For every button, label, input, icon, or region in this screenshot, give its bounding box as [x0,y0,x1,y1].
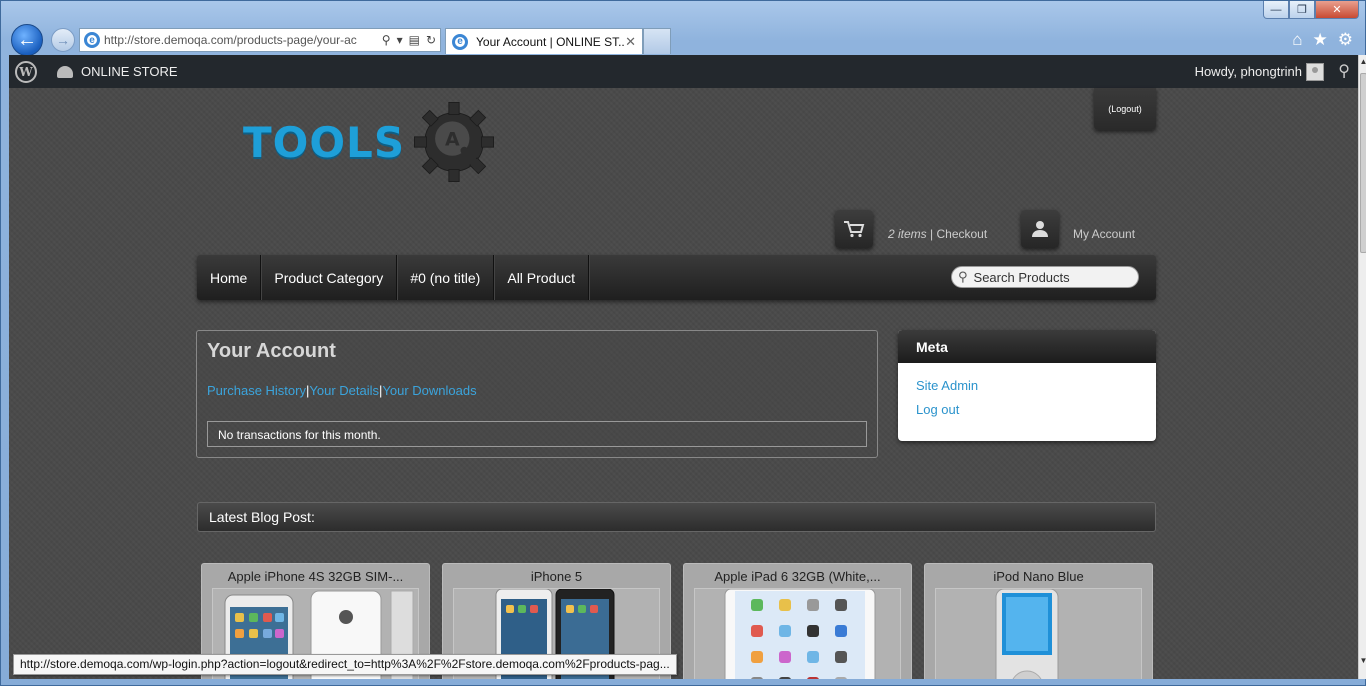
nav-item-home[interactable]: Home [197,255,262,300]
wordpress-logo-icon[interactable]: W [15,60,37,83]
search-icon: ⚲ [958,269,968,284]
page-viewport: W ONLINE STORE Howdy, phongtrinh ⚲ TOOLS [9,55,1358,679]
product-title[interactable]: iPhone 5 [443,564,670,584]
address-url[interactable]: http://store.demoqa.com/products-page/yo… [104,33,378,47]
tab-close-icon[interactable]: ✕ [625,34,636,50]
main-navigation: Home Product Category #0 (no title) All … [197,255,1156,300]
product-search[interactable]: ⚲ [951,266,1139,288]
meta-widget-title: Meta [898,330,1156,363]
nav-item-no-title[interactable]: #0 (no title) [397,255,495,300]
ipad-image [724,589,876,679]
account-button[interactable] [1021,210,1059,248]
search-input[interactable] [973,269,1124,285]
window-controls: — ❐ ✕ [1263,1,1359,19]
home-icon[interactable]: ⌂ [1292,30,1302,50]
product-title[interactable]: Apple iPhone 4S 32GB SIM-... [202,564,429,584]
admin-bar-site-name[interactable]: ONLINE STORE [81,64,178,79]
ipod-nano-image [995,589,1059,679]
browser-tab-active[interactable]: e Your Account | ONLINE ST... ✕ [445,28,643,54]
minimize-button[interactable]: — [1263,1,1289,19]
account-panel: Your Account Purchase History|Your Detai… [196,330,878,458]
log-out-link[interactable]: Log out [916,402,1156,417]
site-logo[interactable]: TOOLS A [243,99,497,185]
forward-button[interactable]: → [51,28,75,52]
compatibility-view-icon[interactable]: ▤ [409,33,420,47]
refresh-icon[interactable]: ↻ [426,33,436,47]
cart-items-count[interactable]: 2 items [888,227,927,241]
product-title[interactable]: Apple iPad 6 32GB (White,... [684,564,911,584]
scrollbar-thumb[interactable] [1360,73,1366,253]
ie-page-icon: e [84,32,100,48]
settings-gear-icon[interactable]: ⚙ [1338,30,1353,50]
avatar[interactable] [1306,63,1324,81]
status-bar-url: http://store.demoqa.com/wp-login.php?act… [13,654,677,675]
address-bar[interactable]: e http://store.demoqa.com/products-page/… [79,28,441,52]
user-icon [1032,221,1048,237]
cart-summary[interactable]: 2 items | Checkout [888,227,987,241]
dropdown-arrow-icon[interactable]: ▾ [397,33,403,47]
browser-window: — ❐ ✕ ← → e http://store.demoqa.com/prod… [0,0,1366,686]
your-downloads-link[interactable]: Your Downloads [382,383,476,398]
wp-admin-bar: W ONLINE STORE Howdy, phongtrinh ⚲ [9,55,1358,88]
back-button[interactable]: ← [11,24,43,56]
purchase-history-link[interactable]: Purchase History [207,383,306,398]
nav-item-product-category[interactable]: Product Category [261,255,398,300]
logo-text: TOOLS [243,117,406,167]
shopping-cart-icon [844,221,865,238]
dashboard-gauge-icon[interactable] [57,65,73,78]
your-details-link[interactable]: Your Details [309,383,379,398]
close-window-button[interactable]: ✕ [1315,1,1359,19]
logout-button[interactable]: (Logout) [1094,88,1156,130]
browser-toolbar-icons: ⌂ ★ ⚙ [1292,30,1353,50]
admin-search-icon[interactable]: ⚲ [1338,61,1350,81]
transactions-message: No transactions for this month. [207,421,867,447]
site-admin-link[interactable]: Site Admin [916,378,1156,393]
meta-widget: Meta Site Admin Log out [898,330,1156,441]
account-links: Purchase History|Your Details|Your Downl… [207,383,477,398]
product-title[interactable]: iPod Nano Blue [925,564,1152,584]
product-image[interactable] [694,588,901,679]
logo-gear-icon: A [414,102,495,182]
latest-blog-post-header: Latest Blog Post: [197,502,1156,532]
scroll-up-arrow-icon[interactable]: ▲ [1359,57,1366,66]
tab-title: Your Account | ONLINE ST... [476,34,626,49]
address-bar-actions: ⚲ ▾ ▤ ↻ [378,33,440,47]
page-scrollbar[interactable]: ▲ ▼ [1358,55,1366,679]
maximize-button[interactable]: ❐ [1289,1,1315,19]
product-card[interactable]: iPod Nano Blue [924,563,1153,679]
cart-button[interactable] [835,210,873,248]
logo-letter: A [445,128,460,150]
search-icon[interactable]: ⚲ [382,33,391,47]
my-account-link[interactable]: My Account [1073,227,1135,241]
tab-favicon-icon: e [452,33,468,50]
new-tab-button[interactable] [643,28,671,54]
favorites-star-icon[interactable]: ★ [1313,30,1328,50]
page-title: Your Account [207,340,336,362]
scroll-down-arrow-icon[interactable]: ▼ [1359,656,1366,665]
nav-item-all-product[interactable]: All Product [494,255,590,300]
product-card[interactable]: Apple iPad 6 32GB (White,... [683,563,912,679]
cart-separator: | [926,227,937,241]
checkout-link[interactable]: Checkout [936,227,987,241]
admin-bar-howdy[interactable]: Howdy, phongtrinh [1195,64,1302,79]
product-image[interactable] [935,588,1142,679]
